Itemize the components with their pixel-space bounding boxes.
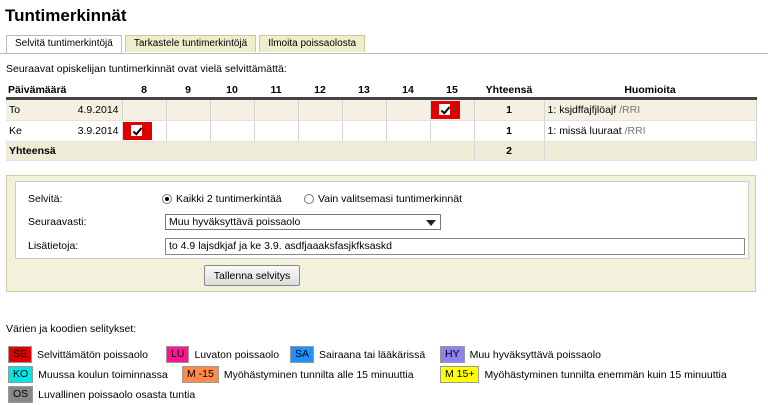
resolve-form: Selvitä: Kaikki 2 tuntimerkintää Vain va…: [6, 175, 756, 292]
header-hour-13: 13: [342, 82, 387, 100]
legend-code: HY: [440, 346, 465, 363]
hour-cell: [254, 120, 299, 142]
total-value: 2: [474, 141, 545, 161]
legend-label: Muu hyväksyttävä poissaolo: [469, 348, 601, 361]
legend-code: SE: [8, 346, 33, 363]
row-note: 1: ksjdffajfjlöajf /RRI: [544, 98, 757, 121]
legend-label: Selvittämätön poissaolo: [37, 348, 148, 361]
header-total: Yhteensä: [474, 82, 545, 100]
hour-cell-marked: [122, 120, 167, 142]
hour-cell: [342, 120, 387, 142]
legend-label: Luvaton poissaolo: [194, 348, 280, 361]
hour-cell-marked: 1: [430, 98, 475, 121]
total-note: [544, 141, 757, 161]
page-title: Tuntimerkinnät: [5, 6, 127, 25]
legend-item: SE Selvittämätön poissaolo: [8, 346, 148, 363]
chevron-down-icon: [426, 220, 436, 226]
header-hour-15: 15: [430, 82, 475, 100]
lisatietoja-label: Lisätietoja:: [28, 240, 79, 252]
hour-cell: [298, 98, 343, 121]
seuraavasti-label: Seuraavasti:: [28, 216, 87, 228]
legend-item: OS Luvallinen poissaolo osasta tuntia: [8, 386, 195, 403]
row-total: 1: [474, 120, 545, 142]
radio-all[interactable]: [162, 194, 172, 204]
radio-selected[interactable]: [304, 194, 314, 204]
note-text: 1: missä luuraat: [547, 125, 622, 137]
legend-label: Myöhästyminen tunnilta enemmän kuin 15 m…: [484, 368, 727, 381]
row-note: 1: missä luuraat /RRI: [544, 120, 757, 142]
mark-checkbox[interactable]: [130, 125, 142, 136]
hour-cell: [342, 98, 387, 121]
header-hour-14: 14: [386, 82, 431, 100]
table-row: To 4.9.2014 1 1 1: ksjdffajfjlöajf /RRI: [6, 98, 757, 121]
legend-item: HY Muu hyväksyttävä poissaolo: [440, 346, 601, 363]
mark-count: 1: [452, 105, 457, 114]
header-hour-10: 10: [210, 82, 255, 100]
tab-bar: Selvitä tuntimerkintöjä Tarkastele tunti…: [6, 35, 368, 53]
total-label: Yhteensä: [6, 141, 475, 161]
tab-tarkastele[interactable]: Tarkastele tuntimerkintöjä: [124, 35, 257, 52]
legend-label: Sairaana tai lääkärissä: [319, 348, 426, 361]
table-row: Ke 3.9.2014 1 1: missä luuraat /RRI: [6, 120, 757, 142]
header-hour-9: 9: [166, 82, 211, 100]
radio-all-label[interactable]: Kaikki 2 tuntimerkintää: [176, 193, 282, 205]
tab-ilmoita[interactable]: Ilmoita poissaolosta: [259, 35, 366, 52]
row-day: Ke: [6, 120, 64, 142]
row-date: 3.9.2014: [64, 120, 123, 142]
form-fields: Selvitä: Kaikki 2 tuntimerkintää Vain va…: [15, 181, 749, 259]
save-button[interactable]: Tallenna selvitys: [204, 265, 300, 286]
marks-table: Päivämäärä 8 9 10 11 12 13 14 15 Yhteens…: [6, 82, 757, 161]
row-total: 1: [474, 98, 545, 121]
row-day: To: [6, 98, 64, 121]
tab-divider: [0, 53, 768, 54]
header-hour-12: 12: [298, 82, 343, 100]
hour-cell: [210, 98, 255, 121]
legend-item: M -15 Myöhästyminen tunnilta alle 15 min…: [182, 366, 414, 383]
reason-select-value: Muu hyväksyttävä poissaolo: [169, 216, 301, 228]
total-row: Yhteensä 2: [6, 141, 757, 161]
legend-title: Värien ja koodien selitykset:: [6, 323, 137, 335]
hour-cell: [122, 98, 167, 121]
legend-item: KO Muussa koulun toiminnassa: [8, 366, 168, 383]
legend-item: LU Luvaton poissaolo: [166, 346, 279, 363]
hour-cell: [430, 120, 475, 142]
hour-cell: [166, 98, 211, 121]
reason-select[interactable]: Muu hyväksyttävä poissaolo: [165, 214, 441, 230]
legend-code: KO: [8, 366, 34, 383]
tab-selvita[interactable]: Selvitä tuntimerkintöjä: [6, 35, 122, 53]
hour-cell: [298, 120, 343, 142]
hour-cell: [254, 98, 299, 121]
hour-cell: [386, 98, 431, 121]
selvita-label: Selvitä:: [28, 193, 63, 205]
row-date: 4.9.2014: [64, 98, 123, 121]
intro-text: Seuraavat opiskelijan tuntimerkinnät ova…: [6, 63, 287, 75]
note-text: 1: ksjdffajfjlöajf: [547, 104, 617, 116]
legend-item: SA Sairaana tai lääkärissä: [290, 346, 425, 363]
legend-code: LU: [166, 346, 190, 363]
radio-selected-label[interactable]: Vain valitsemasi tuntimerkinnät: [318, 193, 462, 205]
legend-code: M -15: [182, 366, 219, 383]
legend-label: Luvallinen poissaolo osasta tuntia: [38, 388, 196, 401]
table-header-row: Päivämäärä 8 9 10 11 12 13 14 15 Yhteens…: [6, 82, 757, 100]
header-notes: Huomioita: [544, 82, 757, 100]
header-hour-8: 8: [122, 82, 167, 100]
legend-code: SA: [290, 346, 315, 363]
additional-info-input[interactable]: to 4.9 lajsdkjaf ja ke 3.9. asdfjaaaksfa…: [165, 238, 745, 255]
legend-label: Muussa koulun toiminnassa: [38, 368, 168, 381]
header-hour-11: 11: [254, 82, 299, 100]
note-source: /RRI: [619, 104, 641, 116]
legend-item: M 15+ Myöhästyminen tunnilta enemmän kui…: [440, 366, 727, 383]
mark-checkbox[interactable]: [438, 104, 450, 115]
note-source: /RRI: [624, 125, 646, 137]
hour-cell: [386, 120, 431, 142]
header-date: Päivämäärä: [6, 82, 123, 100]
legend-code: OS: [8, 386, 34, 403]
legend-label: Myöhästyminen tunnilta alle 15 minuuttia: [223, 368, 414, 381]
hour-cell: [210, 120, 255, 142]
hour-cell: [166, 120, 211, 142]
legend-code: M 15+: [440, 366, 480, 383]
